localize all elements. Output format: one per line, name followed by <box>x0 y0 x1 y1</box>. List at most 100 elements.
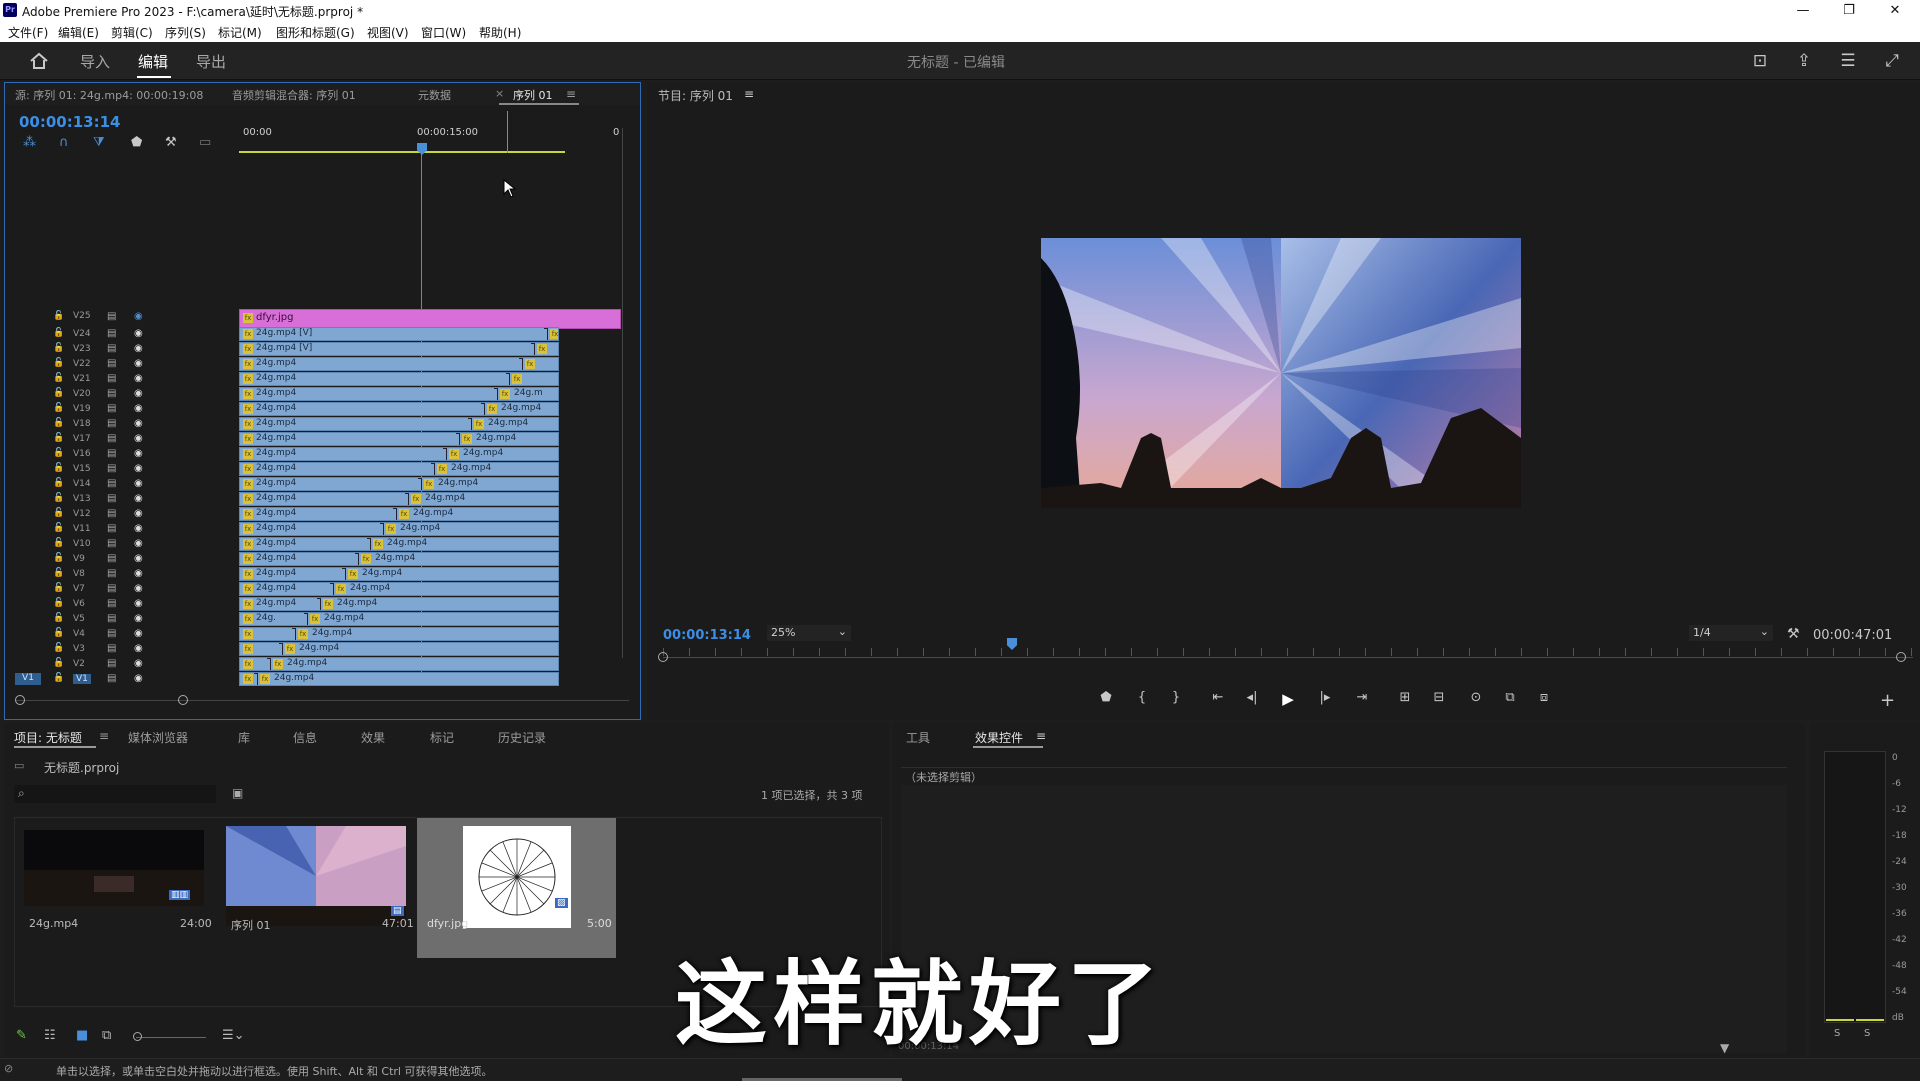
eye-icon[interactable]: ◉ <box>134 311 143 322</box>
share-icon[interactable]: ⇪ <box>1793 50 1815 72</box>
menu-view[interactable]: 视图(V) <box>367 24 409 41</box>
zoom-handle-left[interactable] <box>15 695 25 705</box>
vr-icon[interactable]: ⧈ <box>1533 690 1555 705</box>
track-label[interactable]: V8 <box>73 569 85 579</box>
lock-icon[interactable]: 🔓 <box>53 538 64 548</box>
source-patch-v1[interactable]: V1 <box>15 673 41 685</box>
menu-window[interactable]: 窗口(W) <box>421 24 466 41</box>
program-timecode[interactable]: 00:00:13:14 <box>663 628 751 643</box>
add-button-icon[interactable]: + <box>1880 690 1895 711</box>
marker-add-icon[interactable]: ⧩ <box>93 135 105 150</box>
sync-lock-icon[interactable]: ▤ <box>107 418 116 429</box>
overwrite-icon[interactable]: ⊟ <box>1428 690 1450 705</box>
lock-icon[interactable]: 🔓 <box>53 448 64 458</box>
fullscreen-icon[interactable]: ⤢ <box>1881 50 1903 72</box>
lock-icon[interactable]: 🔓 <box>53 328 64 338</box>
effects-menu-icon[interactable]: ≡ <box>1036 729 1046 743</box>
close-button[interactable]: ✕ <box>1872 0 1918 22</box>
sync-lock-icon[interactable]: ▤ <box>107 598 116 609</box>
clip-24g[interactable]: fx 24g.mp4 [V] fx <box>239 327 559 341</box>
clip-24g[interactable]: fx 24g.mp4 fx 24g.mp4 <box>239 432 559 446</box>
clip-24g[interactable]: fx 24g.mp4 fx <box>239 357 559 371</box>
clip-24g[interactable]: fx 24g. fx 24g.mp4 <box>239 612 559 626</box>
tab-effect-controls[interactable]: 效果控件 <box>975 729 1023 746</box>
eye-icon[interactable]: ◉ <box>134 643 143 654</box>
clip-dfyr[interactable]: fx dfyr.jpg <box>239 309 621 329</box>
wrench-icon[interactable]: ⚒ <box>1787 626 1800 642</box>
sync-lock-icon[interactable]: ▤ <box>107 448 116 459</box>
tab-export[interactable]: 导出 <box>196 51 226 72</box>
lock-icon[interactable]: 🔓 <box>53 478 64 488</box>
sync-lock-icon[interactable]: ▤ <box>107 493 116 504</box>
track-label[interactable]: V15 <box>73 464 91 474</box>
clip-24g[interactable]: fx fx 24g.mp4 <box>239 672 559 686</box>
track-label[interactable]: V6 <box>73 599 85 609</box>
track-label[interactable]: V20 <box>73 389 91 399</box>
tab-import[interactable]: 导入 <box>80 51 110 72</box>
marker-icon[interactable]: ⬟ <box>1095 690 1117 705</box>
track-label[interactable]: V5 <box>73 614 85 624</box>
track-label[interactable]: V14 <box>73 479 91 489</box>
project-menu-icon[interactable]: ≡ <box>99 729 109 743</box>
lock-icon[interactable]: 🔓 <box>53 388 64 398</box>
sync-lock-icon[interactable]: ▤ <box>107 643 116 654</box>
eye-icon[interactable]: ◉ <box>134 418 143 429</box>
sync-lock-icon[interactable]: ▤ <box>107 508 116 519</box>
workspaces-icon[interactable]: ⊡ <box>1749 50 1771 72</box>
list-view-icon[interactable]: ☷ <box>44 1028 56 1043</box>
out-point-icon[interactable]: } <box>1165 690 1187 705</box>
sync-lock-icon[interactable]: ▤ <box>107 658 116 669</box>
tab-source[interactable]: 源: 序列 01: 24g.mp4: 00:00:19:08 <box>15 87 203 103</box>
lock-icon[interactable]: 🔓 <box>53 643 64 653</box>
program-menu-icon[interactable]: ≡ <box>744 87 754 101</box>
project-item[interactable]: ▥▥ 24g.mp4 24:00 <box>19 818 214 958</box>
track-label[interactable]: V23 <box>73 344 91 354</box>
track-label[interactable]: V12 <box>73 509 91 519</box>
sync-lock-icon[interactable]: ▤ <box>107 328 116 339</box>
play-icon[interactable]: ▶ <box>1277 690 1299 708</box>
step-forward-icon[interactable]: |▸ <box>1314 690 1336 705</box>
marker-icon[interactable]: ⬟ <box>131 135 142 150</box>
in-point-icon[interactable]: { <box>1131 690 1153 705</box>
wrench-icon[interactable]: ⚒ <box>165 135 177 150</box>
sync-lock-icon[interactable]: ▤ <box>107 433 116 444</box>
menu-help[interactable]: 帮助(H) <box>479 24 521 41</box>
lock-icon[interactable]: 🔓 <box>53 583 64 593</box>
work-area-bar[interactable] <box>239 151 565 153</box>
track-label[interactable]: V13 <box>73 494 91 504</box>
sync-lock-icon[interactable]: ▤ <box>107 478 116 489</box>
track-label[interactable]: V1 <box>73 674 91 684</box>
track-label[interactable]: V7 <box>73 584 85 594</box>
filter-icon[interactable]: ▼ <box>1720 1041 1729 1055</box>
program-scrubber[interactable] <box>663 657 1913 658</box>
menu-marker[interactable]: 标记(M) <box>218 24 262 41</box>
minimize-button[interactable]: — <box>1780 0 1826 22</box>
menu-file[interactable]: 文件(F) <box>8 24 48 41</box>
vertical-scrollbar[interactable] <box>622 128 630 658</box>
sync-lock-icon[interactable]: ▤ <box>107 538 116 549</box>
track-label[interactable]: V10 <box>73 539 91 549</box>
project-item-selected[interactable]: ▨ dfyr.jpg 5:00 <box>417 818 616 958</box>
time-ruler[interactable]: 00:00 00:00:15:00 0 <box>239 123 621 153</box>
project-search-input[interactable]: ⌕ <box>14 785 216 803</box>
track-label[interactable]: V25 <box>73 311 91 321</box>
maximize-button[interactable]: ❐ <box>1826 0 1872 22</box>
track-label[interactable]: V9 <box>73 554 85 564</box>
eye-icon[interactable]: ◉ <box>134 448 143 459</box>
track-label[interactable]: V24 <box>73 329 91 339</box>
sort-icon[interactable]: ☰⌄ <box>222 1028 245 1043</box>
track-label[interactable]: V2 <box>73 659 85 669</box>
sync-lock-icon[interactable]: ▤ <box>107 403 116 414</box>
clip-24g[interactable]: fx 24g.mp4 fx <box>239 372 559 386</box>
lock-icon[interactable]: 🔓 <box>53 658 64 668</box>
menu-clip[interactable]: 剪辑(C) <box>111 24 153 41</box>
project-item[interactable]: ▤ 序列 01 47:01 <box>221 818 416 958</box>
clip-24g[interactable]: fx fx 24g.mp4 <box>239 642 559 656</box>
zoom-dropdown[interactable]: 25% ⌄ <box>767 625 851 641</box>
tab-history[interactable]: 历史记录 <box>498 729 546 746</box>
new-bin-icon[interactable]: ▣ <box>232 786 243 800</box>
eye-icon[interactable]: ◉ <box>134 568 143 579</box>
clip-24g[interactable]: fx 24g.mp4 fx 24g.mp4 <box>239 477 559 491</box>
sync-lock-icon[interactable]: ▤ <box>107 358 116 369</box>
track-label[interactable]: V18 <box>73 419 91 429</box>
